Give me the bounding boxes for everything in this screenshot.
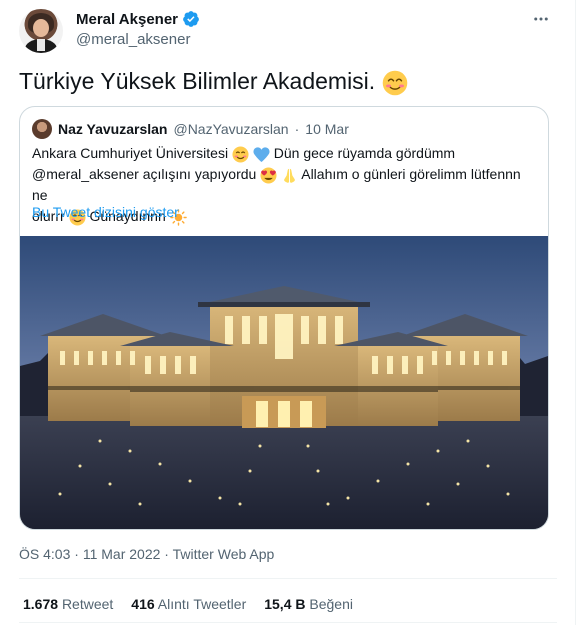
palace-at-night-photo[interactable] (20, 236, 548, 530)
author-handle[interactable]: @meral_aksener (76, 31, 190, 48)
retweet-stat[interactable]: 1.678 Retweet (23, 596, 113, 612)
quoted-author-handle[interactable]: @NazYavuzarslan (173, 121, 288, 137)
heart-eyes-emoji-icon (260, 167, 277, 184)
stat-value: 416 (131, 596, 155, 612)
smiling-face-emoji-icon (382, 70, 407, 96)
quoted-text-line1b: Dün gece rüyamda gördümm (273, 145, 456, 161)
verified-badge-icon (183, 11, 199, 27)
smiling-face-emoji-icon (232, 146, 249, 163)
tweet-time[interactable]: ÖS 4:03 (19, 546, 70, 562)
engagement-stats: 1.678 Retweet 416 Alıntı Tweetler 15,4 B… (23, 596, 353, 612)
quoted-author-avatar[interactable] (32, 119, 52, 139)
tweet-timestamp: ÖS 4:03 · 11 Mar 2022 · Twitter Web App (19, 546, 274, 562)
stat-label: Beğeni (309, 596, 353, 612)
quoted-author-name[interactable]: Naz Yavuzarslan (58, 121, 167, 137)
likes-stat[interactable]: 15,4 B Beğeni (264, 596, 353, 612)
stat-value: 1.678 (23, 596, 59, 612)
folded-hands-emoji-icon (284, 168, 295, 183)
separator-dot: · (74, 546, 79, 562)
quoted-mention: @meral_aksener açılışını yapıyordu (32, 166, 257, 182)
quoted-tweet[interactable]: Naz Yavuzarslan @NazYavuzarslan · 10 Mar… (19, 106, 549, 530)
quoted-tweet-header: Naz Yavuzarslan @NazYavuzarslan · 10 Mar (32, 119, 349, 139)
author-avatar[interactable] (19, 9, 63, 53)
stat-label: Alıntı Tweetler (157, 596, 247, 612)
tweet-text: Türkiye Yüksek Bilimler Akademisi. (19, 66, 408, 96)
quoted-text-line1a: Ankara Cumhuriyet Üniversitesi (32, 145, 229, 161)
separator-dot: · (164, 546, 169, 562)
stat-value: 15,4 B (264, 596, 306, 612)
divider (19, 578, 557, 579)
separator-dot: · (294, 121, 300, 137)
tweet-date[interactable]: 11 Mar 2022 (83, 546, 161, 562)
divider (19, 622, 557, 623)
quote-tweets-stat[interactable]: 416 Alıntı Tweetler (131, 596, 246, 612)
tweet: Meral Akşener @meral_aksener Türkiye Yük… (0, 0, 576, 625)
show-thread-link[interactable]: Bu Tweet dizisini göster (32, 204, 179, 220)
author-name[interactable]: Meral Akşener (76, 11, 178, 28)
quoted-date[interactable]: 10 Mar (305, 121, 349, 137)
tweet-client[interactable]: Twitter Web App (173, 546, 275, 562)
blue-heart-emoji-icon (253, 147, 270, 162)
tweet-text-content: Türkiye Yüksek Bilimler Akademisi. (19, 68, 376, 94)
stat-label: Retweet (61, 596, 114, 612)
more-horizontal-icon[interactable] (532, 10, 550, 28)
author-name-row[interactable]: Meral Akşener (76, 10, 200, 28)
